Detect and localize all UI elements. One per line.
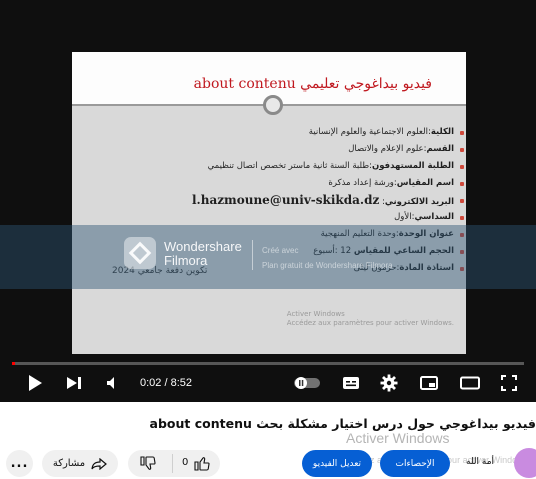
theater-icon	[460, 376, 480, 390]
settings-icon	[380, 374, 398, 392]
slide-bullet: الكلية:العلوم الاجتماعية والعلوم الإنسان…	[114, 124, 464, 141]
video-frame-slide: فيديو بيداغوجي تعليمي about contenu الكل…	[72, 52, 466, 354]
like-button[interactable]	[194, 456, 210, 474]
video-title: فيديو بيداغوجي حول درس اختيار مشكلة بحث …	[149, 416, 536, 431]
share-button[interactable]: مشاركة	[42, 450, 118, 477]
subtitles-button[interactable]	[340, 372, 362, 394]
slide-bullet: اسم المقياس:ورشة إعداد مذكرة	[114, 175, 464, 192]
filmora-note: Créé avec Plan gratuit de Wondershare Fi…	[262, 246, 393, 270]
share-icon	[91, 457, 108, 470]
statistics-button[interactable]: الإحصاءات	[380, 450, 450, 477]
play-icon	[29, 375, 42, 391]
progress-bar[interactable]	[12, 362, 524, 365]
fullscreen-icon	[501, 375, 517, 391]
theater-button[interactable]	[458, 372, 482, 394]
slide-ring-ornament	[263, 95, 283, 115]
autoplay-toggle-icon	[294, 377, 320, 389]
video-player[interactable]: فيديو بيداغوجي تعليمي about contenu الكل…	[0, 0, 536, 402]
windows-activation-title: Activer Windows	[346, 430, 450, 446]
more-actions-button[interactable]: ...	[6, 450, 33, 477]
volume-icon	[107, 377, 114, 389]
like-icon	[194, 457, 210, 471]
autoplay-toggle[interactable]	[292, 372, 322, 394]
volume-button[interactable]	[102, 372, 124, 394]
filmora-logo-icon	[124, 237, 156, 269]
dislike-button[interactable]	[140, 456, 156, 474]
channel-avatar[interactable]	[514, 448, 536, 478]
slide-windows-watermark: Activer Windows Accédez aux paramètres p…	[286, 310, 454, 327]
filmora-brand: Wondershare Filmora	[164, 239, 242, 268]
play-button[interactable]	[24, 372, 46, 394]
slide-bullet: القسم:علوم الإعلام والاتصال	[114, 141, 464, 158]
next-icon	[67, 377, 81, 389]
fullscreen-button[interactable]	[498, 372, 520, 394]
next-button[interactable]	[64, 372, 84, 394]
like-count: 0	[182, 457, 189, 468]
subtitles-icon	[343, 377, 359, 389]
slide-bullet: السداسي:الأول	[114, 209, 464, 226]
miniplayer-icon	[420, 376, 438, 390]
share-label: مشاركة	[52, 458, 86, 469]
slide-bullet: الطلبة المستهدفون:طلبة السنة ثانية ماستر…	[114, 158, 464, 175]
watermark-divider	[252, 240, 253, 270]
slide-title: فيديو بيداغوجي تعليمي about contenu	[193, 76, 432, 92]
time-display: 0:02 / 8:52	[140, 377, 192, 389]
slide-bullet: البريد الالكتروني: l.hazmoune@univ-skikd…	[114, 192, 464, 209]
settings-button[interactable]	[378, 372, 400, 394]
progress-fill	[12, 362, 16, 365]
like-divider	[172, 454, 173, 473]
miniplayer-button[interactable]	[418, 372, 440, 394]
edit-video-button[interactable]: تعديل الفيديو	[302, 450, 372, 477]
like-dislike-group: 0	[128, 450, 220, 477]
dislike-icon	[140, 456, 156, 470]
channel-name[interactable]: أمة الله	[466, 457, 494, 467]
